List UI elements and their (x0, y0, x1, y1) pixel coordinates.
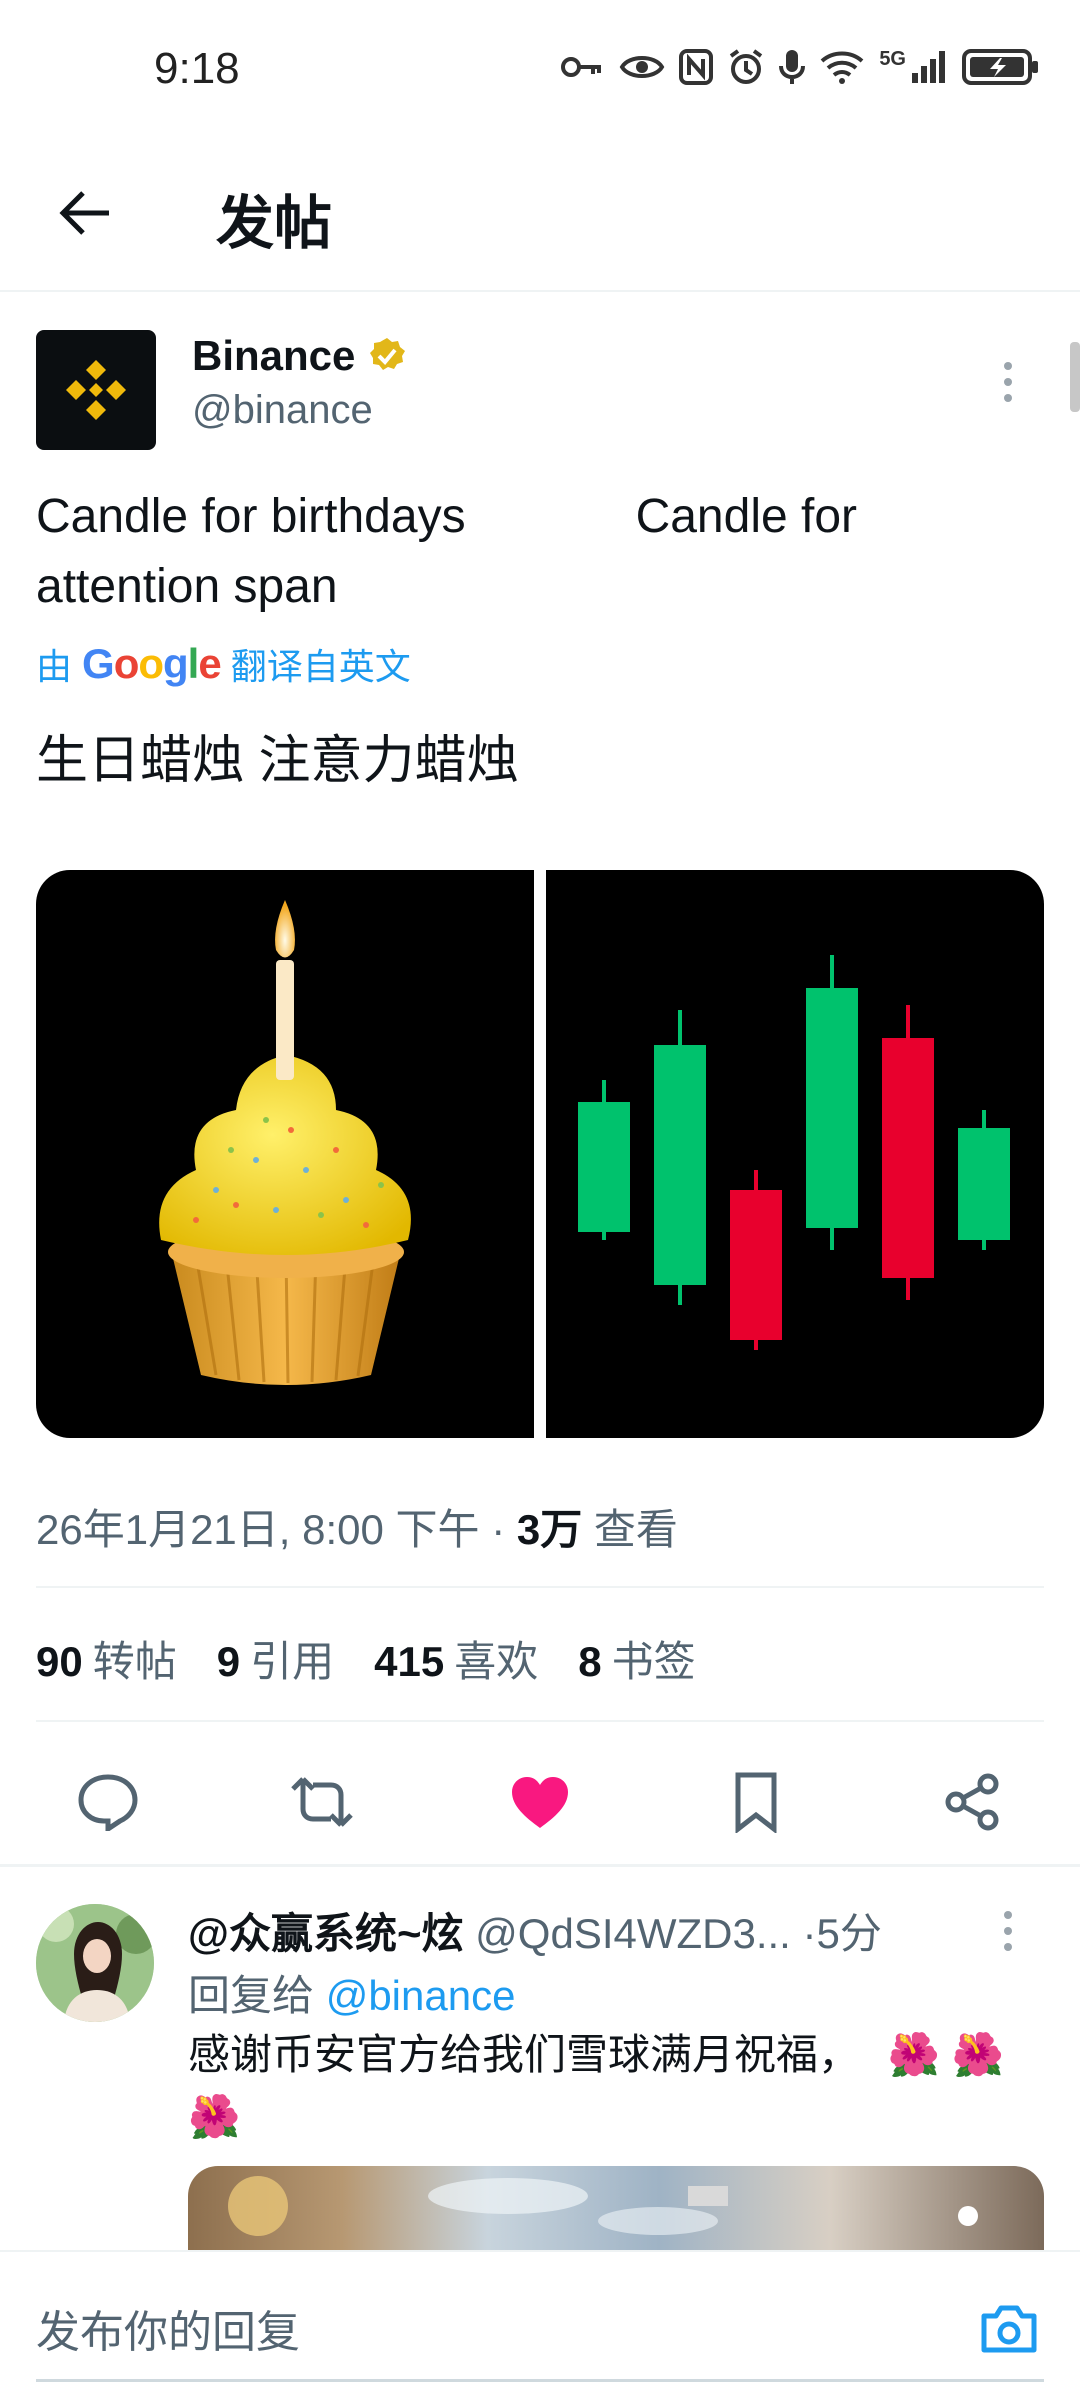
stat-quotes[interactable]: 9 引用 (217, 1628, 334, 1689)
post-text-original: Candle for birthdays Candle for attention… (36, 482, 1046, 622)
emoji-hibiscus: 🌺 🌺 (887, 2031, 1004, 2078)
input-underline (36, 2379, 1044, 2382)
dot (1004, 1911, 1012, 1919)
translate-suffix: 翻译自英文 (230, 646, 411, 687)
dot (1004, 1927, 1012, 1935)
bookmark-button[interactable] (716, 1762, 796, 1842)
share-button[interactable] (932, 1762, 1012, 1842)
stat-likes[interactable]: 415 喜欢 (374, 1628, 538, 1689)
reply-separator: · (802, 1910, 817, 1957)
retweet-icon (291, 1777, 353, 1827)
page-title: 发帖 (216, 191, 333, 256)
bookmark-icon (735, 1772, 777, 1833)
reply-to-line: 回复给 @binance (188, 1962, 515, 2023)
signal-icon (912, 51, 945, 83)
meta-separator: · (491, 1506, 506, 1553)
mic-icon (779, 50, 806, 84)
repost-button[interactable] (282, 1762, 362, 1842)
reply-button[interactable] (68, 1762, 148, 1842)
dot (1004, 378, 1012, 386)
post-text-part1: Candle for birthdays (36, 490, 466, 543)
candlestick-image (578, 955, 1010, 1350)
reply-compose-bar: 发布你的回复 (0, 2250, 1080, 2400)
reply-avatar[interactable] (36, 1904, 154, 2022)
reply-icon (78, 1774, 138, 1831)
stat-reposts[interactable]: 90 转帖 (36, 1628, 177, 1689)
cupcake-image (159, 900, 411, 1385)
binance-logo-icon (66, 360, 126, 420)
post-media[interactable] (36, 870, 1044, 1438)
battery-icon (962, 49, 1038, 85)
scrollbar-thumb[interactable] (1070, 342, 1080, 412)
top-app-bar: 发帖 (0, 140, 1080, 292)
reply-author-handle[interactable]: @QdSI4WZD3... (475, 1910, 791, 1957)
divider (36, 1720, 1044, 1722)
views-label: 查看 (593, 1506, 678, 1553)
reply-photo (228, 2176, 978, 2236)
status-time: 9:18 (154, 44, 240, 93)
translated-by-google[interactable]: 由 Google 翻译自英文 (36, 638, 411, 690)
alarm-icon (730, 49, 763, 84)
more-options-button[interactable] (988, 352, 1028, 412)
reply-to-label: 回复给 (188, 1972, 315, 2019)
author-name: Binance (192, 332, 356, 379)
emoji-hibiscus: 🌺 (188, 2093, 241, 2140)
post-timestamp: 26年1月21日, 8:00 下午 (36, 1506, 480, 1553)
network-label: 5G (879, 47, 906, 70)
reply-time: 5分 (816, 1910, 882, 1957)
divider (36, 1586, 1044, 1588)
dot (1004, 1943, 1012, 1951)
reply-header: @众赢系统~炫 @QdSI4WZD3... ·5分 (188, 1900, 882, 1961)
divider (0, 1864, 1080, 1867)
key-icon (561, 57, 602, 77)
post-meta: 26年1月21日, 8:00 下午 · 3万 查看 (36, 1496, 678, 1557)
avatar-photo (36, 1904, 154, 2022)
arrow-left-icon (59, 191, 109, 235)
dot (1004, 394, 1012, 402)
post-text-translated: 生日蜡烛 注意力蜡烛 (36, 732, 519, 790)
reply-to-mention[interactable]: @binance (326, 1972, 516, 2019)
share-icon (945, 1773, 999, 1831)
dot (1004, 362, 1012, 370)
media-image-cupcake[interactable] (36, 870, 534, 1438)
author-name-row[interactable]: Binance (192, 332, 407, 380)
nfc-icon (679, 49, 714, 85)
google-logo-icon: Google (82, 640, 222, 687)
reply-text-body: 感谢币安官方给我们雪球满月祝福， (188, 2031, 861, 2078)
reply-text: 感谢币安官方给我们雪球满月祝福， 🌺 🌺 🌺 (188, 2024, 1028, 2148)
media-image-candlesticks[interactable] (546, 870, 1044, 1438)
status-bar: 9:18 5G (0, 0, 1080, 140)
author-handle[interactable]: @binance (192, 388, 373, 433)
post-actions (0, 1732, 1080, 1872)
views-count: 3万 (516, 1506, 583, 1553)
reply-author-name[interactable]: @众赢系统~炫 (188, 1910, 463, 1957)
reply-more-options-button[interactable] (988, 1906, 1028, 1956)
like-button[interactable] (500, 1762, 580, 1842)
verified-badge-icon (370, 338, 406, 370)
reply-input[interactable]: 发布你的回复 (36, 2296, 300, 2360)
camera-icon (981, 2305, 1037, 2353)
stat-bookmarks[interactable]: 8 书签 (578, 1628, 695, 1689)
camera-button[interactable] (974, 2294, 1044, 2364)
eye-icon (619, 56, 665, 78)
wifi-icon (820, 51, 864, 84)
post-stats: 90 转帖 9 引用 415 喜欢 8 书签 (36, 1628, 696, 1689)
reply-media-image[interactable] (188, 2166, 1044, 2256)
author-avatar[interactable] (36, 330, 156, 450)
back-button[interactable] (50, 178, 120, 248)
status-icons: 5G (561, 48, 1040, 86)
heart-icon (512, 1777, 568, 1828)
translate-prefix: 由 (36, 646, 73, 687)
